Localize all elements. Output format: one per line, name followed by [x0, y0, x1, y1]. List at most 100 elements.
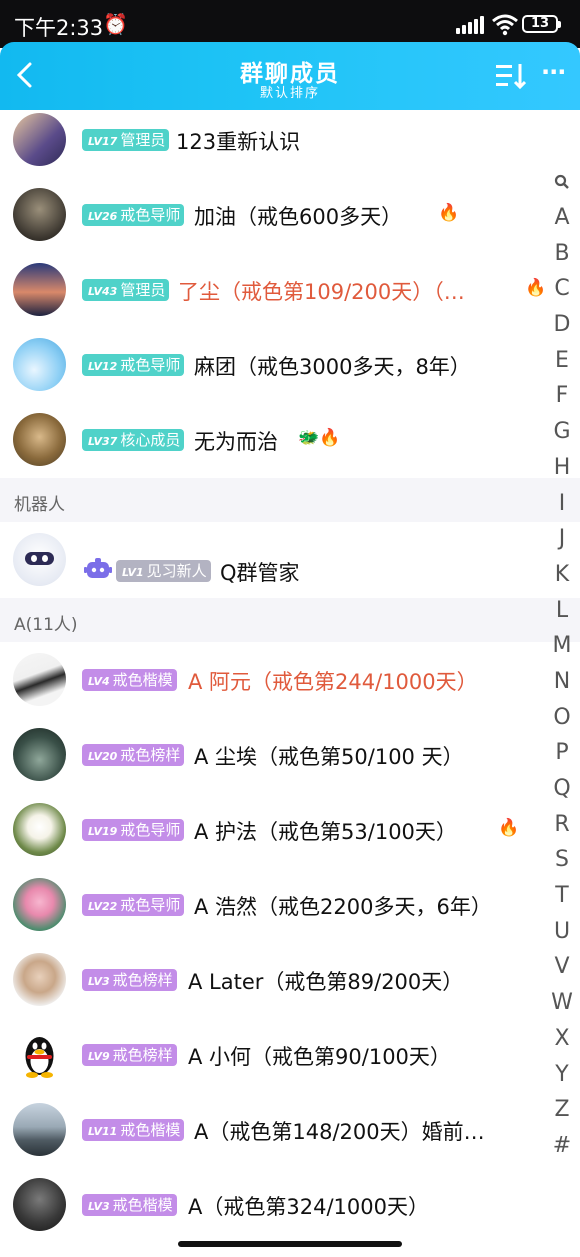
member-row[interactable]: LV11 戒色楷模 A（戒色第148/200天）婚前… [0, 1092, 548, 1167]
index-letter[interactable]: G [548, 414, 576, 450]
avatar[interactable] [13, 338, 66, 391]
sort-icon[interactable] [496, 62, 526, 90]
member-badge: LV12 戒色导师 [82, 354, 185, 376]
home-indicator[interactable] [178, 1241, 402, 1247]
index-letter[interactable]: P [548, 735, 576, 771]
member-name: 麻团（戒色3000多天，8年） [194, 355, 471, 379]
index-letter[interactable]: K [548, 557, 576, 593]
index-letter[interactable]: D [548, 307, 576, 343]
index-letter[interactable]: M [548, 628, 576, 664]
member-row[interactable]: LV43 管理员 了尘（戒色第109/200天）（… 🔥 [0, 260, 548, 335]
index-letter[interactable]: B [548, 236, 576, 272]
avatar[interactable] [13, 728, 66, 781]
avatar[interactable] [13, 1178, 66, 1231]
alphabet-index[interactable]: A B C D E F G H I J K L M N O P Q R S T … [548, 170, 576, 1164]
avatar[interactable] [13, 533, 66, 586]
member-badge: LV3 戒色榜样 [82, 969, 177, 991]
avatar[interactable] [13, 1103, 66, 1156]
index-letter[interactable]: X [548, 1021, 576, 1057]
avatar[interactable] [13, 188, 66, 241]
member-name: A（戒色第324/1000天） [188, 1195, 429, 1219]
index-letter[interactable]: W [548, 985, 576, 1021]
member-row[interactable]: LV12 戒色导师 麻团（戒色3000多天，8年） [0, 335, 548, 410]
wifi-icon [492, 14, 518, 36]
index-letter[interactable]: H [548, 450, 576, 486]
section-header-a: A(11人) [0, 598, 580, 642]
member-row[interactable]: LV3 戒色楷模 A（戒色第324/1000天） [0, 1167, 548, 1242]
member-row[interactable]: LV1 见习新人 Q群管家 [0, 522, 548, 597]
index-letter[interactable]: Z [548, 1092, 576, 1128]
index-letter[interactable]: I [548, 486, 576, 522]
member-name: 无为而治 [194, 430, 278, 454]
member-row[interactable]: LV19 戒色导师 A 护法（戒色第53/100天） 🔥 [0, 792, 548, 867]
more-icon[interactable]: ··· [541, 60, 566, 84]
header-bar: 群聊成员 默认排序 ··· [0, 42, 580, 110]
index-letter[interactable]: U [548, 914, 576, 950]
member-row[interactable]: LV4 戒色楷模 A 阿元（戒色第244/1000天） [0, 642, 548, 717]
search-icon[interactable] [548, 170, 576, 200]
member-badge: LV20 戒色榜样 [82, 744, 185, 766]
member-name: A 阿元（戒色第244/1000天） [188, 670, 478, 694]
member-badge: LV17 管理员 [82, 129, 170, 151]
penguin-avatar-icon [25, 1037, 54, 1078]
status-time: 下午2:33 [14, 16, 104, 40]
index-letter[interactable]: O [548, 700, 576, 736]
member-badge: LV22 戒色导师 [82, 894, 185, 916]
avatar[interactable] [13, 953, 66, 1006]
index-letter[interactable]: V [548, 949, 576, 985]
member-badge: LV9 戒色榜样 [82, 1044, 177, 1066]
member-name: 123重新认识 [176, 130, 301, 154]
member-name: A Later（戒色第89/200天） [188, 970, 464, 994]
index-letter[interactable]: A [548, 200, 576, 236]
member-badge: LV11 戒色楷模 [82, 1119, 185, 1141]
member-badge: LV26 戒色导师 [82, 204, 185, 226]
index-letter[interactable]: Q [548, 771, 576, 807]
section-header-robot: 机器人 [0, 478, 580, 522]
member-name: Q群管家 [220, 561, 300, 585]
index-letter[interactable]: # [548, 1128, 576, 1164]
index-letter[interactable]: Y [548, 1057, 576, 1093]
avatar[interactable] [13, 653, 66, 706]
sort-mode-label[interactable]: 默认排序 [0, 82, 580, 101]
member-badge: LV19 戒色导师 [82, 819, 185, 841]
avatar[interactable] [13, 1028, 66, 1081]
member-name: A 尘埃（戒色第50/100 天） [194, 745, 464, 769]
member-row[interactable]: LV3 戒色榜样 A Later（戒色第89/200天） [0, 942, 548, 1017]
member-name: 了尘（戒色第109/200天）（… [178, 280, 465, 304]
index-letter[interactable]: E [548, 343, 576, 379]
status-bar: 下午2:33 ⏰ 13 [0, 0, 580, 48]
fire-icon: 🔥 [438, 203, 460, 223]
fire-icon: 🔥 [525, 278, 547, 298]
member-badge: LV43 管理员 [82, 279, 170, 301]
member-row[interactable]: LV22 戒色导师 A 浩然（戒色2200多天，6年） [0, 867, 548, 942]
member-badge: LV37 核心成员 [82, 429, 185, 451]
index-letter[interactable]: L [548, 593, 576, 629]
index-letter[interactable]: F [548, 378, 576, 414]
battery-icon: 13 [522, 15, 561, 33]
fire-icon: 🔥 [498, 818, 520, 838]
avatar[interactable] [13, 413, 66, 466]
member-row[interactable]: LV17 管理员 123重新认识 [0, 110, 548, 185]
member-row[interactable]: LV9 戒色榜样 A 小何（戒色第90/100天） [0, 1017, 548, 1092]
index-letter[interactable]: T [548, 878, 576, 914]
signal-icon [456, 16, 486, 34]
index-letter[interactable]: R [548, 807, 576, 843]
member-badge: LV3 戒色楷模 [82, 1194, 177, 1216]
robot-face-icon [25, 552, 54, 565]
member-row[interactable]: LV26 戒色导师 加油（戒色600多天） 🔥 [0, 185, 548, 260]
index-letter[interactable]: S [548, 842, 576, 878]
index-letter[interactable]: C [548, 271, 576, 307]
member-name: A 小何（戒色第90/100天） [188, 1045, 451, 1069]
member-name: A（戒色第148/200天）婚前… [194, 1120, 485, 1144]
member-row[interactable]: LV20 戒色榜样 A 尘埃（戒色第50/100 天） [0, 717, 548, 792]
avatar[interactable] [13, 113, 66, 166]
alarm-icon: ⏰ [103, 12, 128, 36]
member-name: A 护法（戒色第53/100天） [194, 820, 457, 844]
avatar[interactable] [13, 263, 66, 316]
index-letter[interactable]: J [548, 521, 576, 557]
robot-icon [84, 558, 112, 578]
avatar[interactable] [13, 878, 66, 931]
index-letter[interactable]: N [548, 664, 576, 700]
member-row[interactable]: LV37 核心成员 无为而治 🐲🔥 [0, 410, 548, 485]
avatar[interactable] [13, 803, 66, 856]
